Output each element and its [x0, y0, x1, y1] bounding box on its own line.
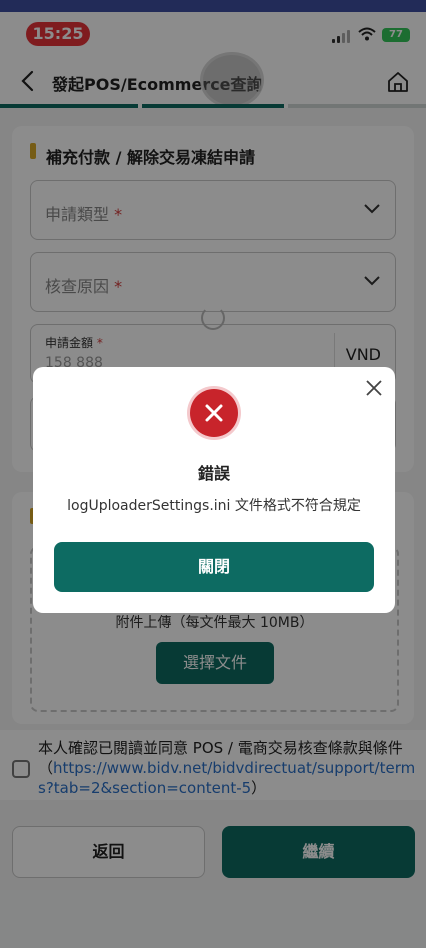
dialog-message: logUploaderSettings.ini 文件格式不符合規定 [67, 498, 361, 514]
close-icon[interactable] [365, 379, 383, 397]
dialog-title: 錯誤 [197, 464, 230, 483]
error-dialog: 錯誤 logUploaderSettings.ini 文件格式不符合規定 關閉 [33, 367, 395, 613]
error-icon [190, 389, 238, 437]
dialog-close-button[interactable]: 關閉 [54, 542, 374, 592]
